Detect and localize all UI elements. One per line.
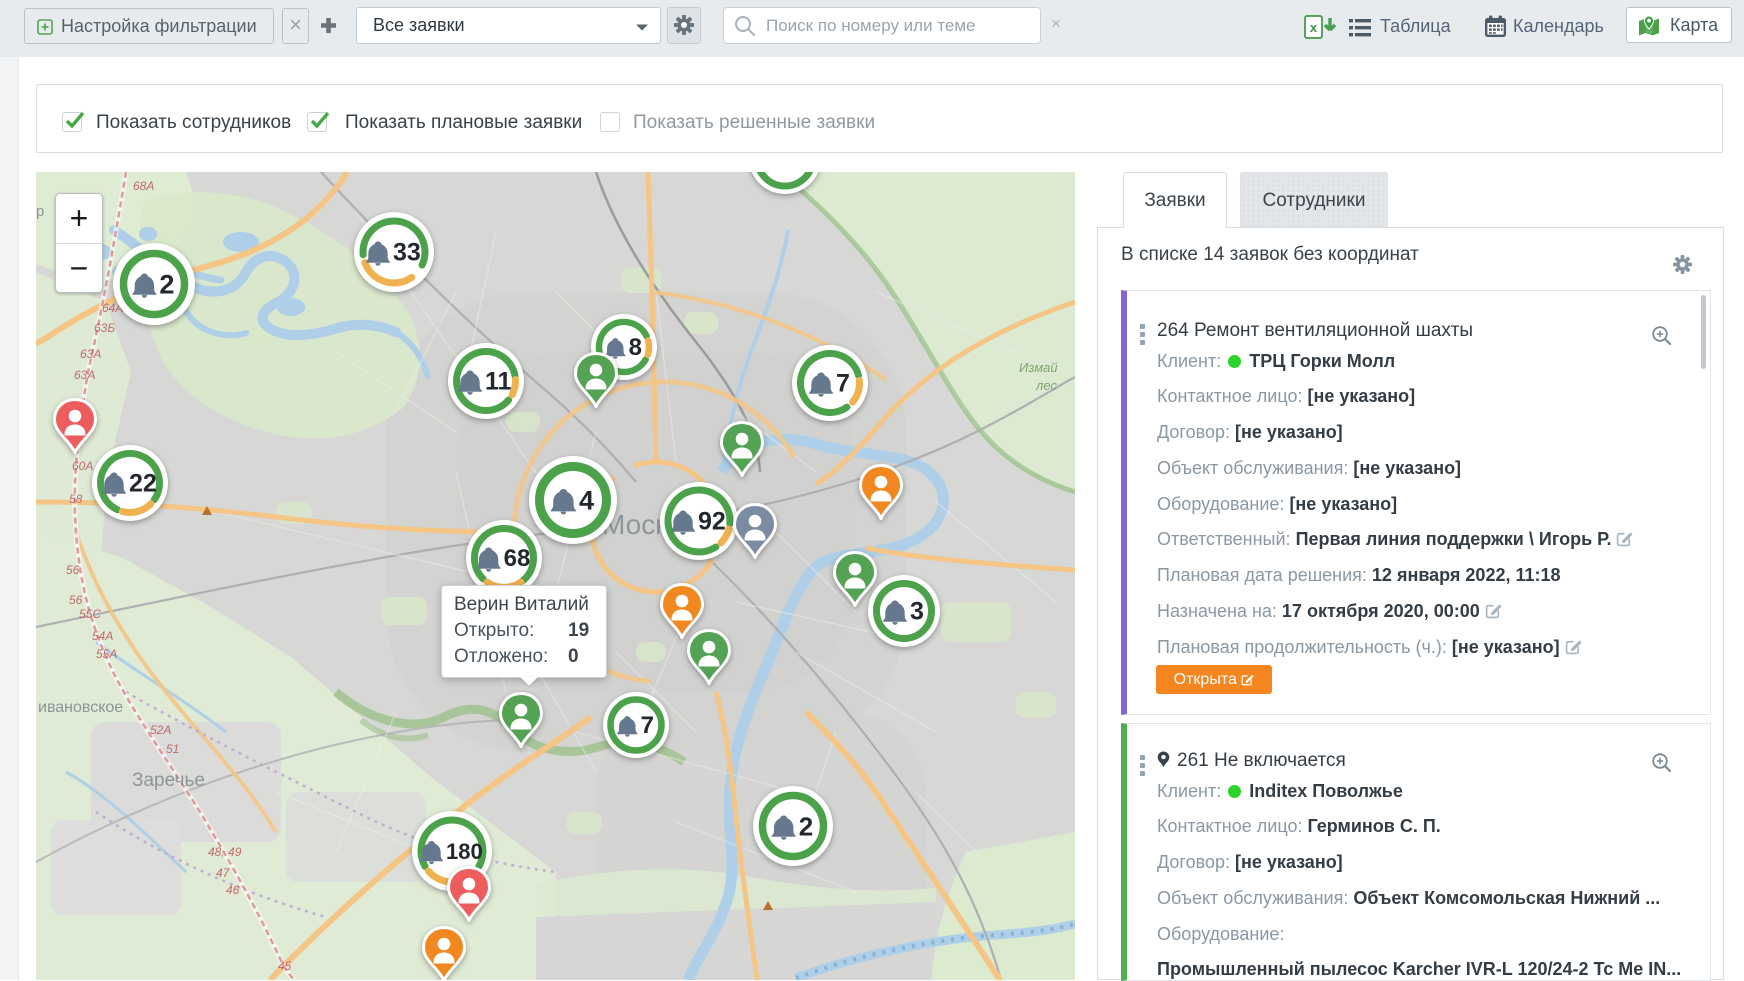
svg-text:2: 2	[799, 812, 813, 842]
svg-text:р: р	[36, 203, 44, 220]
svg-text:63А: 63А	[80, 347, 101, 361]
svg-text:7: 7	[836, 370, 850, 398]
svg-text:22: 22	[129, 470, 157, 498]
svg-text:58: 58	[69, 492, 83, 506]
svg-text:4: 4	[579, 486, 594, 516]
svg-text:8: 8	[629, 334, 642, 361]
svg-text:68А: 68А	[133, 179, 154, 193]
svg-text:55А: 55А	[96, 647, 117, 661]
svg-text:56: 56	[69, 593, 83, 607]
svg-text:54А: 54А	[92, 629, 113, 643]
svg-text:56: 56	[66, 563, 80, 577]
svg-text:Заречье: Заречье	[132, 770, 205, 791]
svg-text:46: 46	[226, 883, 240, 897]
svg-text:3: 3	[910, 598, 924, 626]
svg-text:лес: лес	[1035, 378, 1057, 393]
svg-text:55С: 55С	[79, 607, 101, 621]
svg-text:ивановское: ивановское	[38, 699, 123, 716]
svg-text:48, 49: 48, 49	[208, 845, 242, 859]
svg-text:Измай: Измай	[1019, 360, 1058, 375]
svg-text:45: 45	[278, 959, 292, 973]
svg-text:180: 180	[446, 839, 483, 864]
svg-text:92: 92	[698, 508, 726, 536]
svg-text:63А: 63А	[74, 368, 95, 382]
svg-text:47: 47	[216, 866, 231, 880]
svg-text:52А: 52А	[150, 723, 171, 737]
svg-text:11: 11	[485, 368, 512, 396]
svg-text:33: 33	[393, 239, 421, 267]
svg-text:2: 2	[159, 270, 174, 300]
svg-text:68: 68	[504, 545, 531, 572]
svg-text:51: 51	[166, 742, 179, 756]
svg-text:x: x	[1310, 20, 1318, 35]
svg-text:7: 7	[641, 712, 654, 739]
